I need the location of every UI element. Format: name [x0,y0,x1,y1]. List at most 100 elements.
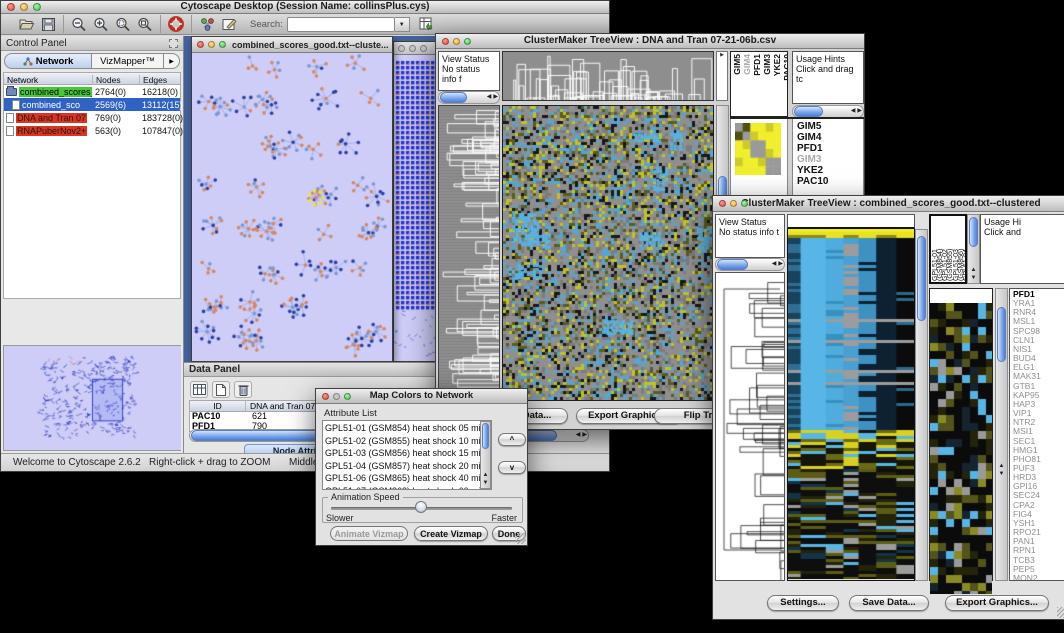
close-button[interactable] [442,38,449,45]
zoom-in-icon[interactable] [90,14,112,34]
export-graphics-button[interactable]: Export Graphics... [945,595,1049,611]
close-button[interactable] [7,3,15,11]
attribute-item[interactable]: GPL51-07 (GSM868) heat shock 60 min [325,485,489,490]
search-input[interactable] [287,17,395,32]
column-label[interactable]: GPL51-02 (GSM855) [943,218,953,281]
view-status-scrollbar[interactable]: ◀▶ [438,91,500,104]
network-row-combined-scores[interactable]: combined_scores_ 2764(0) 16218(0) [4,85,180,98]
zoom-selected-icon[interactable] [112,14,134,34]
column-label[interactable]: GIM4 [743,54,752,75]
create-vizmap-button[interactable]: Create Vizmap [414,526,488,541]
close-button[interactable] [719,200,726,207]
zoom-button[interactable] [741,200,748,207]
treeview-combined-titlebar[interactable]: ClusterMaker TreeView : combined_scores_… [713,196,1064,212]
gene-label[interactable]: GIM4 [797,132,863,143]
tab-network[interactable]: Network [4,53,92,69]
vizmap-nodes-icon[interactable] [196,14,218,34]
column-label[interactable]: GIM5 [733,54,742,75]
attribute-item[interactable]: GPL51-03 (GSM856) heat shock 15 min [325,447,489,460]
help-lifesaver-icon[interactable] [165,14,187,34]
column-dendrogram[interactable] [502,51,714,101]
column-dendrogram-area[interactable] [787,214,915,229]
view-status-scrollbar[interactable]: ◀▶ [715,258,785,271]
minimize-button[interactable] [730,200,737,207]
zoom-button[interactable] [33,3,41,11]
heatmap-vscrollbar[interactable] [915,229,928,581]
column-labels-scrollbar[interactable]: ▲▼ [967,214,980,284]
row-dendrogram[interactable] [438,105,500,401]
gene-label[interactable]: MON2 [1013,574,1064,581]
column-label[interactable]: GIM3 [763,54,772,75]
settings-button[interactable]: Settings... [767,595,839,611]
map-colors-dialog: Map Colors to Network Attribute List GPL… [315,388,528,546]
search-dropdown-button[interactable]: ▼ [395,17,410,32]
network-table-header[interactable]: Network Nodes Edges [4,73,180,85]
column-labels-dna: GIM5GIM4PFD1GIM3YKE2PAC10 [730,51,788,117]
close-button[interactable] [322,393,329,400]
network-row-rnapuber[interactable]: RNAPuberNov2+ 563(0) 107847(0) [4,124,180,137]
zoom-button[interactable] [219,41,226,48]
gene-label[interactable]: PAC10 [797,176,863,187]
zoom-out-icon[interactable] [68,14,90,34]
minimize-button[interactable] [20,3,28,11]
slider-thumb[interactable] [415,501,427,513]
zoom-fit-icon[interactable] [134,14,156,34]
zoom-button[interactable] [464,38,471,45]
move-up-button[interactable]: ^ [498,433,526,446]
attribute-item[interactable]: GPL51-01 (GSM854) heat shock 05 min [325,422,489,435]
minimize-button[interactable] [333,393,340,400]
network-row-selected[interactable]: combined_sco 2569(6) 13112(15) [4,98,180,111]
minimize-button[interactable] [409,45,416,52]
attribute-item[interactable]: GPL51-04 (GSM857) heat shock 20 min [325,460,489,473]
save-data-button[interactable]: Save Data... [849,595,929,611]
window-controls[interactable] [7,3,41,11]
status-zoom-hint: Right-click + drag to ZOOM [149,457,270,468]
gene-label[interactable]: PFD1 [797,143,863,154]
dendrogram-strip[interactable]: ▶ [716,51,728,101]
animate-vizmap-button[interactable]: Animate Vizmap [330,526,408,541]
move-down-button[interactable]: v [498,461,526,474]
network-overview-panel[interactable] [3,345,181,451]
open-session-icon[interactable] [15,14,37,34]
usage-hints-box: Usage Hints Click and drag tc [792,51,864,104]
heatmap-main[interactable] [787,229,915,581]
attribute-select-icon[interactable] [190,381,208,398]
network-view-window-1[interactable]: combined_scores_good.txt--cluste... [191,36,393,362]
treeview-dna-titlebar[interactable]: ClusterMaker TreeView : DNA and Tran 07-… [436,34,864,49]
save-session-icon[interactable] [37,14,59,34]
zoom-heatmap-vscrollbar[interactable]: ▲▼ [995,288,1008,581]
heatmap-main[interactable] [502,105,714,401]
mini-heatmap[interactable] [735,123,781,175]
import-table-icon[interactable] [416,14,438,34]
column-label[interactable]: YKE2 [773,54,782,76]
delete-attribute-icon[interactable] [234,381,252,398]
annotation-icon[interactable] [218,14,240,34]
zoom-heatmap[interactable] [929,288,993,581]
zoom-button[interactable] [420,45,427,52]
tab-overflow-button[interactable]: ▶ [164,53,180,69]
resize-grip[interactable] [515,533,526,544]
network-row-dna-tran[interactable]: DNA and Tran 07 769(0) 183728(0) [4,111,180,124]
resize-grip[interactable] [1057,607,1064,618]
close-button[interactable] [398,45,405,52]
column-label[interactable]: PFD1 [753,54,762,76]
network-canvas-clusters[interactable] [192,53,392,361]
main-titlebar[interactable]: Cytoscape Desktop (Session Name: collins… [1,1,609,14]
zoom-button[interactable] [344,393,351,400]
close-button[interactable] [197,41,204,48]
gene-label[interactable]: YKE2 [797,165,863,176]
attribute-item[interactable]: GPL51-02 (GSM855) heat shock 10 min [325,435,489,448]
gene-label[interactable]: GIM5 [797,121,863,132]
minimize-button[interactable] [453,38,460,45]
main-toolbar: Search: ▼ [1,14,609,35]
new-attribute-icon[interactable] [212,381,230,398]
attribute-list-scrollbar[interactable]: ▲▼ [480,421,491,489]
row-dendrogram[interactable] [715,272,785,581]
tab-vizmapper[interactable]: VizMapper™ [92,53,164,69]
attribute-item[interactable]: GPL51-06 (GSM865) heat shock 40 min [325,472,489,485]
gene-label[interactable]: GIM3 [797,154,863,165]
float-panel-icon[interactable] [169,39,178,48]
minimize-button[interactable] [208,41,215,48]
column-label[interactable]: PAC10 [783,54,788,81]
map-dialog-titlebar[interactable]: Map Colors to Network [316,389,527,404]
